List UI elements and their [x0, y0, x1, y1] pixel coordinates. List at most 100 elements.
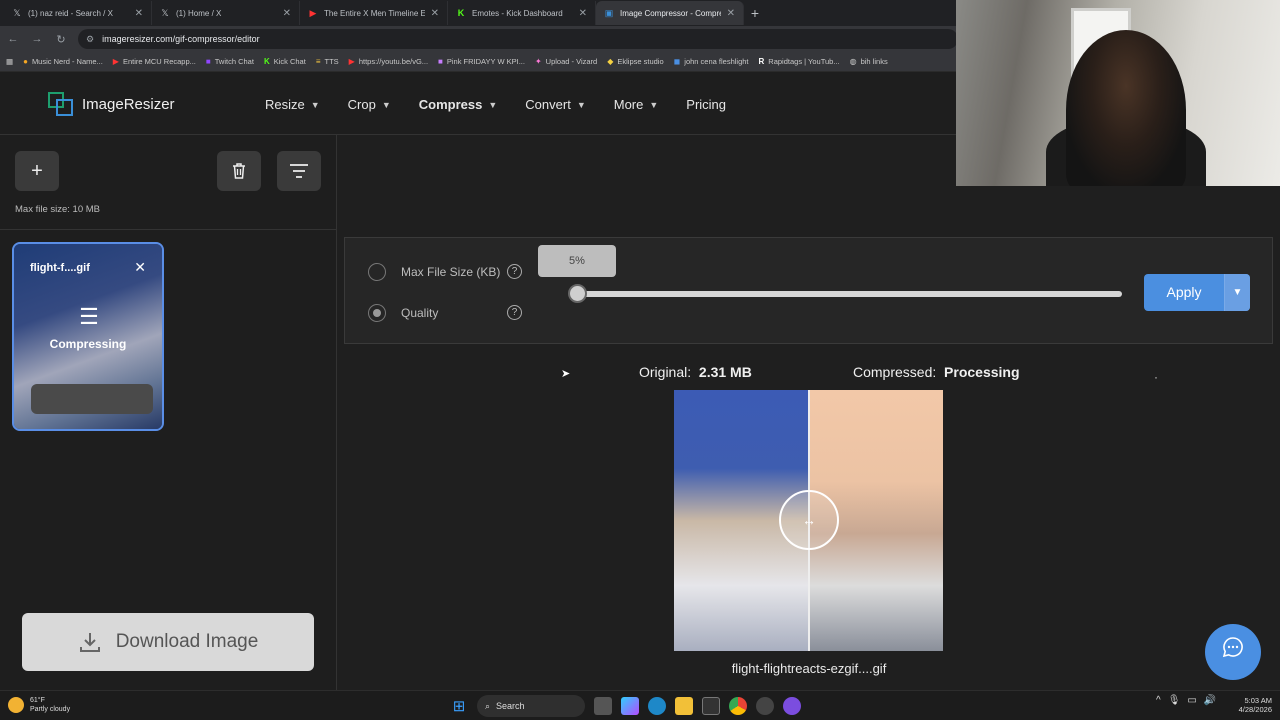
apps-grid-icon[interactable]: ▦ — [6, 57, 13, 66]
nav-label: Pricing — [686, 97, 727, 112]
bookmark-item[interactable]: K Kick Chat — [264, 57, 306, 66]
bookmark-item[interactable]: ✦ Upload - Vizard — [535, 57, 597, 66]
nav-resize[interactable]: Resize ▼ — [265, 97, 320, 112]
nav-crop[interactable]: Crop ▼ — [348, 97, 391, 112]
forward-arrow-icon[interactable]: → — [30, 33, 44, 45]
tab-close-icon[interactable]: ✕ — [727, 8, 735, 19]
compressed-label: Compressed: — [853, 364, 937, 380]
nav-convert[interactable]: Convert ▼ — [525, 97, 585, 112]
tab-title: (1) naz reid - Search / X — [28, 8, 113, 18]
delete-button[interactable] — [217, 151, 261, 191]
bookmark-icon: ■ — [438, 57, 443, 66]
close-icon[interactable]: ✕ — [134, 259, 146, 276]
back-arrow-icon[interactable]: ← — [6, 33, 20, 45]
clock[interactable]: 5:03 AM 4/28/2026 — [1228, 696, 1272, 714]
file-explorer-icon[interactable] — [675, 697, 693, 715]
bookmark-item[interactable]: ■ Twitch Chat — [206, 57, 254, 66]
radio-quality[interactable] — [368, 304, 386, 322]
logo[interactable]: ImageResizer — [48, 92, 175, 116]
taskbar-search[interactable]: ⌕ Search — [477, 695, 585, 717]
network-icon[interactable]: ▭ — [1187, 695, 1196, 706]
microphone-icon[interactable]: 🎙 — [1168, 695, 1181, 706]
chrome-icon[interactable] — [729, 697, 747, 715]
bookmark-item[interactable]: ◍ bih links — [850, 57, 888, 66]
chevron-down-icon[interactable]: ▼ — [1224, 274, 1250, 311]
original-value: 2.31 MB — [698, 364, 752, 380]
quality-slider-handle[interactable] — [568, 284, 587, 303]
youtube-icon: ▶ — [309, 7, 317, 18]
add-file-button[interactable]: + — [15, 151, 59, 191]
logo-text: ImageResizer — [82, 95, 175, 113]
browser-tab-2[interactable]: 𝕏 (1) Home / X ✕ — [152, 1, 300, 25]
bookmark-item[interactable]: ■ Pink FRIDAYY W KPI... — [438, 57, 525, 66]
reload-icon[interactable]: ↻ — [54, 33, 68, 46]
discord-icon[interactable] — [783, 697, 801, 715]
bookmark-item[interactable]: ▶ https://youtu.be/vG... — [349, 57, 428, 66]
nav-label: Crop — [347, 97, 376, 112]
radio-max-file-size[interactable] — [368, 263, 386, 281]
browser-tab-5[interactable]: ▣ Image Compressor - Compress ✕ — [596, 1, 744, 25]
chat-support-button[interactable] — [1205, 624, 1261, 680]
chevron-up-icon[interactable]: ^ — [1156, 695, 1161, 706]
copilot-icon[interactable] — [621, 697, 639, 715]
bookmark-label: Rapidtags | YouTub... — [768, 57, 840, 66]
quality-label: Quality — [401, 306, 439, 320]
bookmark-item[interactable]: R Rapidtags | YouTub... — [759, 57, 840, 66]
apply-button[interactable]: Apply ▼ — [1144, 274, 1250, 311]
windows-start-icon[interactable]: ⊞ — [450, 697, 468, 715]
nav-more[interactable]: More ▼ — [614, 97, 659, 112]
tab-close-icon[interactable]: ✕ — [135, 8, 143, 19]
screen: 𝕏 (1) naz reid - Search / X ✕ 𝕏 (1) Home… — [0, 0, 1280, 720]
url-input[interactable]: ⚙ imageresizer.com/gif-compressor/editor — [78, 29, 958, 49]
thumbnail-filename: flight-f....gif — [30, 262, 90, 274]
nav-pricing[interactable]: Pricing — [686, 97, 726, 112]
new-tab-button[interactable]: + — [744, 5, 766, 21]
youtube-icon: ▶ — [348, 57, 355, 66]
volume-icon[interactable]: 🔊 — [1204, 695, 1216, 706]
nav-label: Convert — [525, 97, 571, 112]
download-icon — [79, 633, 100, 652]
file-panel: + Max file size: 10 MB flight-f....gif ✕… — [0, 135, 337, 690]
bookmark-label: Upload - Vizard — [545, 57, 598, 66]
browser-tab-4[interactable]: K Emotes - Kick Dashboard ✕ — [448, 1, 596, 25]
thumbnail-status: Compressing — [49, 337, 127, 351]
bookmark-item[interactable]: ≡ TTS — [316, 57, 339, 66]
tab-title: The Entire X Men Timeline Expl — [324, 8, 425, 18]
task-view-icon[interactable] — [594, 697, 612, 715]
url-text: imageresizer.com/gif-compressor/editor — [102, 34, 260, 44]
quality-slider-track[interactable] — [576, 291, 1122, 297]
chevron-down-icon: ▼ — [488, 99, 498, 110]
before-after-compare[interactable]: ↔ — [674, 390, 943, 651]
help-icon[interactable]: ? — [507, 264, 522, 279]
twitch-icon: ■ — [205, 57, 211, 66]
tts-icon: ≡ — [315, 57, 321, 66]
left-right-arrows-icon[interactable]: ↔ — [779, 490, 839, 550]
compressed-value: Processing — [944, 364, 1020, 380]
filter-button[interactable] — [277, 151, 321, 191]
bookmark-item[interactable]: ▶ Entire MCU Recapp... — [113, 57, 196, 66]
browser-tab-1[interactable]: 𝕏 (1) naz reid - Search / X ✕ — [4, 1, 152, 25]
rapidtags-icon: R — [758, 57, 765, 66]
site-info-icon[interactable]: ⚙ — [86, 34, 94, 45]
compression-settings: Max File Size (KB) ? Quality ? 5% Apply … — [344, 237, 1273, 344]
bookmark-label: john cena fleshlight — [684, 57, 749, 66]
app-icon[interactable] — [756, 697, 774, 715]
download-image-button[interactable]: Download Image — [22, 613, 314, 671]
weather-widget[interactable]: 61°F Partly cloudy — [8, 696, 70, 714]
tab-close-icon[interactable]: ✕ — [283, 8, 291, 19]
bookmark-label: Entire MCU Recapp... — [122, 57, 196, 66]
browser-tab-3[interactable]: ▶ The Entire X Men Timeline Expl ✕ — [300, 1, 448, 25]
slider-tooltip: 5% — [538, 245, 616, 277]
store-icon[interactable] — [702, 697, 720, 715]
edge-icon[interactable] — [648, 697, 666, 715]
nav-compress[interactable]: Compress ▼ — [419, 97, 498, 112]
bookmark-item[interactable]: ◼ john cena fleshlight — [674, 57, 749, 66]
bookmark-icon: ◼ — [673, 57, 681, 66]
file-thumbnail[interactable]: flight-f....gif ✕ ☰ Compressing — [12, 242, 164, 431]
help-icon[interactable]: ? — [507, 305, 522, 320]
bookmark-item[interactable]: ◆ Eklipse studio — [607, 57, 663, 66]
tab-close-icon[interactable]: ✕ — [431, 8, 439, 19]
logo-icon — [48, 92, 74, 116]
tab-close-icon[interactable]: ✕ — [579, 8, 587, 19]
bookmark-item[interactable]: ● Music Nerd - Name... — [23, 57, 103, 66]
